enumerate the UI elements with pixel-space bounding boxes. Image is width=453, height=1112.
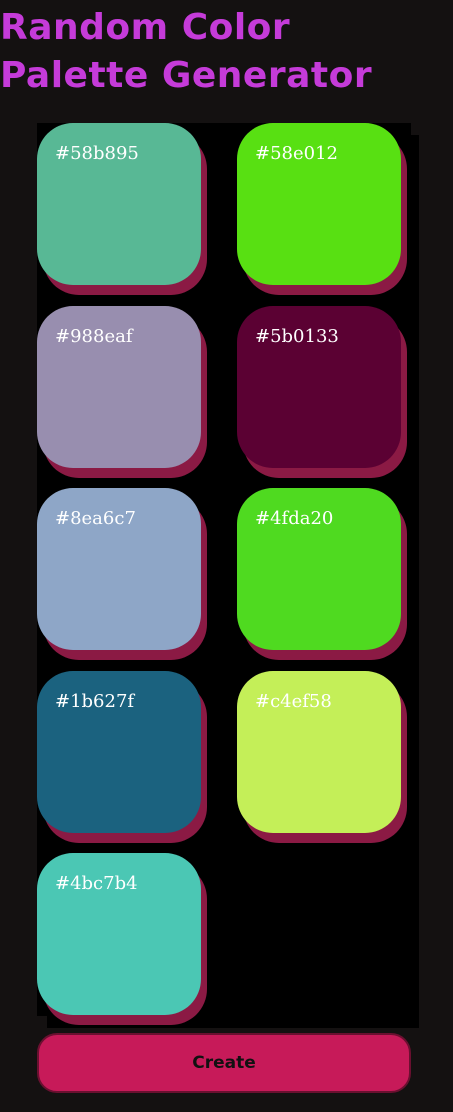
color-swatch[interactable]: #c4ef58 [237,671,401,833]
color-swatch[interactable]: #58e012 [237,123,401,285]
swatch-card[interactable]: #4bc7b4 [37,853,207,1025]
color-swatch[interactable]: #1b627f [37,671,201,833]
swatch-card[interactable]: #988eaf [37,306,207,478]
swatch-card[interactable]: #c4ef58 [237,671,407,843]
color-swatch[interactable]: #8ea6c7 [37,488,201,650]
swatch-hex-label: #1b627f [55,691,135,712]
swatch-card[interactable]: #1b627f [37,671,207,843]
color-swatch[interactable]: #4bc7b4 [37,853,201,1015]
palette-container: #58b895 #58e012 #988eaf #5b0133 #8ea6c7 #4fda… [37,123,411,1025]
swatch-hex-label: #4fda20 [255,508,334,529]
swatch-hex-label: #c4ef58 [255,691,332,712]
swatch-card[interactable]: #4fda20 [237,488,407,660]
swatch-hex-label: #8ea6c7 [55,508,136,529]
color-swatch[interactable]: #4fda20 [237,488,401,650]
page-title: Random Color Palette Generator [0,4,453,100]
swatch-hex-label: #988eaf [55,326,133,347]
color-swatch[interactable]: #5b0133 [237,306,401,468]
swatch-card[interactable]: #8ea6c7 [37,488,207,660]
color-swatch[interactable]: #58b895 [37,123,201,285]
swatch-hex-label: #58b895 [55,143,139,164]
swatch-hex-label: #5b0133 [255,326,339,347]
swatch-card[interactable]: #58b895 [37,123,207,295]
swatch-hex-label: #4bc7b4 [55,873,138,894]
page-title-line-2: Palette Generator [0,55,373,96]
color-swatch[interactable]: #988eaf [37,306,201,468]
swatch-card[interactable]: #58e012 [237,123,407,295]
swatch-hex-label: #58e012 [255,143,338,164]
create-button[interactable]: Create [37,1033,411,1093]
swatch-card[interactable]: #5b0133 [237,306,407,478]
page-title-line-1: Random Color [0,7,291,48]
